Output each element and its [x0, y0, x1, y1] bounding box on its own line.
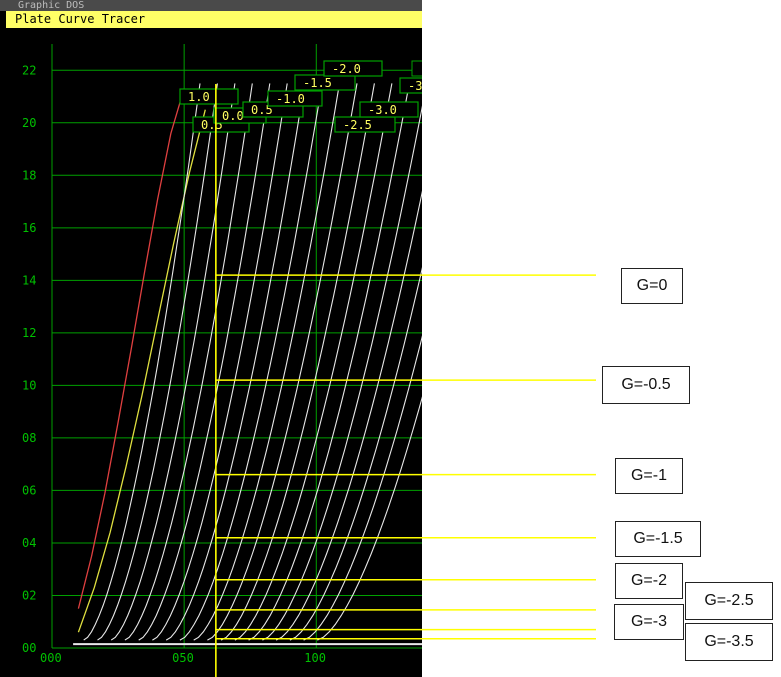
annotation-callout: G=-1 — [615, 458, 683, 494]
y-tick-label: 20 — [22, 116, 36, 130]
y-tick-label: 22 — [22, 63, 36, 77]
x-tick-label: 050 — [172, 651, 194, 665]
plate-curve — [317, 396, 422, 641]
plate-curve — [248, 83, 410, 641]
plate-curve — [234, 83, 393, 641]
curve-label: -2.0 — [332, 62, 361, 76]
y-tick-label: 06 — [22, 483, 36, 497]
annotation-callout: G=-2.5 — [685, 582, 773, 620]
y-tick-label: 02 — [22, 588, 36, 602]
curves-group: 1.00.50.0 0.5-1.0-1.5-2.0-2.5-3.0-3.5 — [73, 60, 437, 646]
annotation-callout: G=-1.5 — [615, 521, 701, 557]
y-tick-label: 14 — [22, 273, 36, 287]
y-tick-label: 16 — [22, 221, 36, 235]
plate-curve — [152, 83, 288, 641]
annotation-callout: G=-3 — [614, 604, 684, 640]
plate-curve — [97, 83, 218, 641]
plate-curve — [165, 83, 306, 641]
annotation-callout: G=-0.5 — [602, 366, 690, 404]
plate-curve — [275, 190, 422, 641]
curve-label: 1.0 — [188, 90, 210, 104]
y-tick-label: 08 — [22, 431, 36, 445]
curve-label: -1.5 — [303, 76, 332, 90]
y-tick-label: 18 — [22, 168, 36, 182]
y-tick-label: 00 — [22, 641, 36, 655]
annotation-callout: G=-3.5 — [685, 623, 773, 661]
y-tick-label: 12 — [22, 326, 36, 340]
curve-label: 0.0 — [222, 109, 244, 123]
y-tick-label: 04 — [22, 536, 36, 550]
curve-label: -1.0 — [276, 92, 305, 106]
series-curve-0-5 — [77, 109, 206, 633]
annotation-callout: G=-2 — [615, 563, 683, 599]
curve-label: -2.5 — [343, 118, 372, 132]
plate-curve — [83, 83, 201, 641]
curve-label-box — [411, 60, 422, 77]
series-curve-1-0 — [77, 88, 185, 609]
plate-curve — [207, 83, 358, 641]
y-tick-label: 10 — [22, 378, 36, 392]
curve-label: -3.0 — [368, 103, 397, 117]
curve-label: -3.5 — [408, 79, 437, 93]
plate-curve — [303, 335, 422, 641]
x-tick-label: 100 — [304, 651, 326, 665]
annotation-callout: G=0 — [621, 268, 683, 304]
x-tick-label: 000 — [40, 651, 62, 665]
